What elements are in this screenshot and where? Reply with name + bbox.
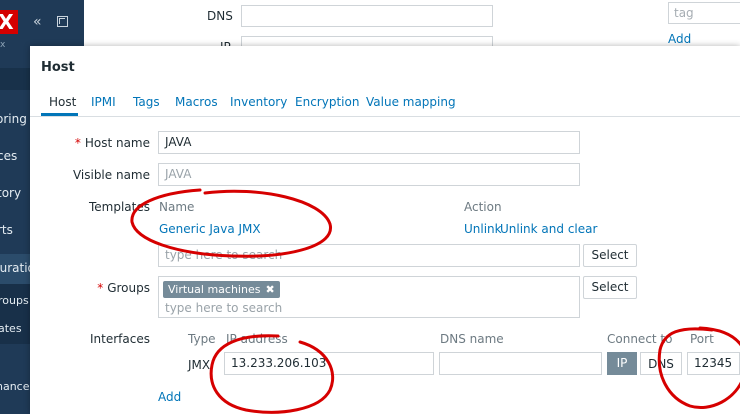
sidebar-subtitle: x — [0, 40, 6, 50]
tab-tags[interactable]: Tags — [133, 95, 160, 109]
connect-to-dns-toggle[interactable]: DNS — [640, 352, 682, 375]
groups-search-placeholder: type here to search — [165, 301, 283, 315]
dialog-tabs: Host IPMI Tags Macros Inventory Encrypti… — [30, 84, 740, 117]
tab-host[interactable]: Host — [49, 95, 76, 109]
tab-inventory[interactable]: Inventory — [230, 95, 287, 109]
templates-label: Templates — [88, 200, 150, 214]
template-link-generic-java-jmx[interactable]: Generic Java JMX — [159, 222, 261, 236]
sidebar-item-host-groups[interactable]: roups — [0, 294, 29, 307]
add-interface-link[interactable]: Add — [158, 390, 181, 404]
tab-value-mapping[interactable]: Value mapping — [366, 95, 456, 109]
connect-to-ip-toggle[interactable]: IP — [607, 352, 637, 375]
zabbix-logo[interactable]: X — [0, 10, 18, 34]
sidebar-item-services[interactable]: ces — [0, 149, 17, 163]
bg-tag-placeholder: tag — [674, 6, 694, 20]
sidebar-item-maintenance[interactable]: nance — [0, 380, 30, 393]
sidebar-item-reports[interactable]: rts — [0, 223, 13, 237]
required-asterisk: * — [97, 281, 104, 295]
group-chip-virtual-machines: Virtual machines ✖ — [163, 281, 280, 298]
tab-encryption[interactable]: Encryption — [295, 95, 359, 109]
interface-ip-input[interactable]: 13.233.206.103 — [224, 352, 434, 375]
tab-ipmi[interactable]: IPMI — [91, 95, 116, 109]
visible-name-label: Visible name — [72, 168, 150, 182]
groups-select-button[interactable]: Select — [583, 276, 637, 299]
sidebar-item-monitoring[interactable]: oring — [0, 112, 27, 126]
dialog-title: Host — [41, 60, 75, 75]
sidebar-item-templates[interactable]: ates — [0, 322, 22, 335]
interface-dns-input[interactable] — [439, 352, 602, 375]
tab-macros[interactable]: Macros — [175, 95, 218, 109]
groups-multiselect[interactable]: Virtual machines ✖ type here to search — [158, 276, 580, 318]
sidebar-item-inventory[interactable]: tory — [0, 186, 21, 200]
bg-dns-input[interactable] — [241, 5, 493, 27]
interfaces-col-dns: DNS name — [440, 332, 504, 346]
templates-select-button[interactable]: Select — [583, 244, 637, 267]
host-name-input[interactable]: JAVA — [158, 131, 580, 154]
interfaces-label: Interfaces — [90, 332, 150, 346]
groups-label: * Groups — [97, 281, 150, 295]
host-name-label: * Host name — [74, 136, 150, 150]
required-asterisk: * — [74, 136, 81, 150]
interface-type: JMX — [188, 358, 211, 372]
kiosk-mode-icon[interactable] — [57, 16, 68, 27]
templates-col-name: Name — [159, 200, 195, 214]
templates-search-input[interactable]: type here to search — [158, 244, 580, 267]
interfaces-col-connect: Connect to — [607, 332, 673, 346]
interface-port-input[interactable]: 12345 — [687, 352, 740, 375]
templates-col-action: Action — [464, 200, 502, 214]
host-dialog: Host Host IPMI Tags Macros Inventory Enc… — [30, 46, 740, 414]
bg-add-link[interactable]: Add — [668, 32, 691, 46]
remove-chip-icon[interactable]: ✖ — [265, 283, 274, 296]
active-tab-indicator — [41, 113, 78, 116]
interfaces-col-port: Port — [690, 332, 714, 346]
visible-name-input[interactable]: JAVA — [158, 163, 580, 186]
unlink-and-clear-link[interactable]: Unlink and clear — [500, 222, 597, 236]
interfaces-col-type: Type — [188, 332, 216, 346]
bg-dns-label: DNS — [207, 9, 233, 23]
collapse-sidebar-icon[interactable]: « — [33, 14, 41, 30]
unlink-link[interactable]: Unlink — [464, 222, 502, 236]
interfaces-col-ip: IP address — [226, 332, 288, 346]
